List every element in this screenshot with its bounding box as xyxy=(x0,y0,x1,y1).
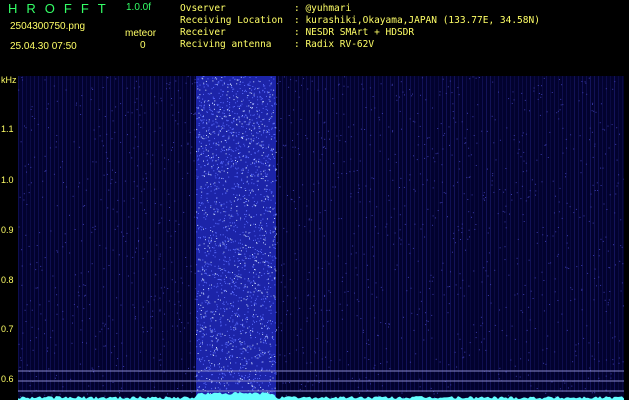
spectrogram-canvas xyxy=(18,76,624,400)
info-observer: Ovserver: @yuhmari xyxy=(180,3,352,14)
datetime: 25.04.30 07:50 xyxy=(10,41,77,52)
info-antenna: Reciving antenna: Radix RV-62V xyxy=(180,39,375,50)
info-receiver: Receiver: NESDR SMArt + HDSDR xyxy=(180,27,415,38)
y-tick: 0.7 xyxy=(1,324,14,334)
y-tick: 1.0 xyxy=(1,175,14,185)
spectrogram-plot xyxy=(18,76,624,400)
app-version: 1.0.0f xyxy=(126,2,152,13)
meteor-count: 0 xyxy=(140,40,146,51)
y-tick: 0.9 xyxy=(1,225,14,235)
filename: 2504300750.png xyxy=(10,21,86,32)
y-tick: 0.8 xyxy=(1,275,14,285)
info-location: Receiving Location: kurashiki,Okayama,JA… xyxy=(180,15,540,26)
y-tick: 1.1 xyxy=(1,124,14,134)
y-tick: 0.6 xyxy=(1,374,14,384)
axis-unit-label: kHz xyxy=(1,75,17,85)
meteor-label: meteor xyxy=(125,28,157,39)
app-title: HROFFT xyxy=(8,1,115,16)
